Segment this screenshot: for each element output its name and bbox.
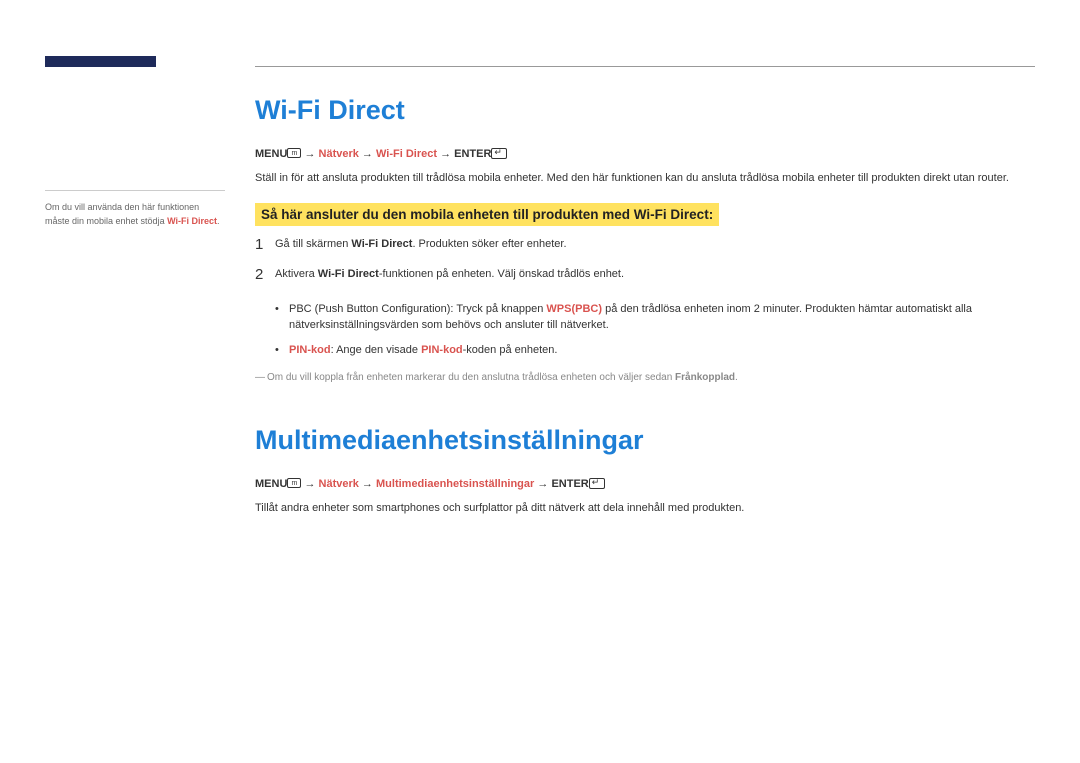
nav2-p2: Multimediaenhetsinställningar	[376, 478, 534, 490]
sidebar-rule	[45, 190, 225, 191]
bullet-pbc: PBC (Push Button Configuration): Tryck p…	[275, 301, 1035, 334]
nav-arrow-1: →	[301, 148, 318, 160]
sidebar: Om du vill använda den här funktionen må…	[45, 190, 225, 228]
b1-pre: PBC (Push Button Configuration): Tryck p…	[289, 303, 546, 315]
nav2-menu-label: MENU	[255, 478, 287, 490]
nav-path-multimedia: MENUm → Nätverk → Multimediaenhetsinstäl…	[255, 478, 1035, 490]
b2-red1: PIN-kod	[289, 344, 331, 356]
heading-multimedia: Multimediaenhetsinställningar	[255, 425, 1035, 456]
desc-wifi: Ställ in för att ansluta produkten till …	[255, 170, 1035, 187]
nav2-arrow-2: →	[359, 478, 376, 490]
desc-multimedia: Tillåt andra enheter som smartphones och…	[255, 500, 1035, 517]
bullet-pin: PIN-kod: Ange den visade PIN-kod-koden p…	[275, 342, 1035, 359]
step-1-text: Gå till skärmen Wi-Fi Direct. Produkten …	[275, 236, 1035, 253]
nav2-arrow-1: →	[301, 478, 318, 490]
nav-enter-label: ENTER	[454, 148, 491, 160]
step1-post: . Produkten söker efter enheter.	[412, 238, 566, 250]
enter-icon-2	[589, 478, 605, 489]
enter-icon	[491, 148, 507, 159]
menu-icon: m	[287, 148, 301, 158]
step-2-text: Aktivera Wi-Fi Direct-funktionen på enhe…	[275, 266, 1035, 283]
menu-icon-2: m	[287, 478, 301, 488]
sidebar-note: Om du vill använda den här funktionen må…	[45, 201, 225, 228]
disconnect-note: Om du vill koppla från enheten markerar …	[255, 370, 1035, 385]
b2-mid: : Ange den visade	[331, 344, 422, 356]
sidebar-note-suffix: .	[217, 216, 220, 226]
nav2-p1: Nätverk	[319, 478, 359, 490]
top-rule	[255, 66, 1035, 67]
section-multimedia: Multimediaenhetsinställningar MENUm → Nä…	[255, 425, 1035, 517]
b1-red: WPS(PBC)	[546, 303, 602, 315]
heading-wifi-direct: Wi-Fi Direct	[255, 95, 1035, 126]
note-bold: Frånkopplad	[675, 372, 735, 383]
step-1-num: 1	[255, 234, 275, 257]
bullet-list: PBC (Push Button Configuration): Tryck p…	[255, 301, 1035, 359]
header-accent-bar	[45, 56, 156, 67]
b2-red2: PIN-kod	[421, 344, 463, 356]
nav2-enter-label: ENTER	[551, 478, 588, 490]
steps-list: 1 Gå till skärmen Wi-Fi Direct. Produkte…	[255, 236, 1035, 287]
note-pre: Om du vill koppla från enheten markerar …	[267, 372, 675, 383]
step2-bold: Wi-Fi Direct	[318, 268, 379, 280]
nav-p2: Wi-Fi Direct	[376, 148, 437, 160]
step-1: 1 Gå till skärmen Wi-Fi Direct. Produkte…	[255, 236, 1035, 257]
nav-arrow-2: →	[359, 148, 376, 160]
nav-p1: Nätverk	[319, 148, 359, 160]
nav-menu-label: MENU	[255, 148, 287, 160]
sidebar-note-red: Wi-Fi Direct	[167, 216, 217, 226]
note-post: .	[735, 372, 738, 383]
step2-post: -funktionen på enheten. Välj önskad tråd…	[379, 268, 624, 280]
highlight-instruction: Så här ansluter du den mobila enheten ti…	[255, 203, 719, 226]
nav2-arrow-3: →	[534, 478, 551, 490]
b2-post: -koden på enheten.	[463, 344, 558, 356]
main-content: Wi-Fi Direct MENUm → Nätverk → Wi-Fi Dir…	[255, 95, 1035, 533]
step1-bold: Wi-Fi Direct	[351, 238, 412, 250]
step2-pre: Aktivera	[275, 268, 318, 280]
step1-pre: Gå till skärmen	[275, 238, 351, 250]
nav-arrow-3: →	[437, 148, 454, 160]
step-2-num: 2	[255, 264, 275, 287]
step-2: 2 Aktivera Wi-Fi Direct-funktionen på en…	[255, 266, 1035, 287]
nav-path-wifi: MENUm → Nätverk → Wi-Fi Direct → ENTER	[255, 148, 1035, 160]
